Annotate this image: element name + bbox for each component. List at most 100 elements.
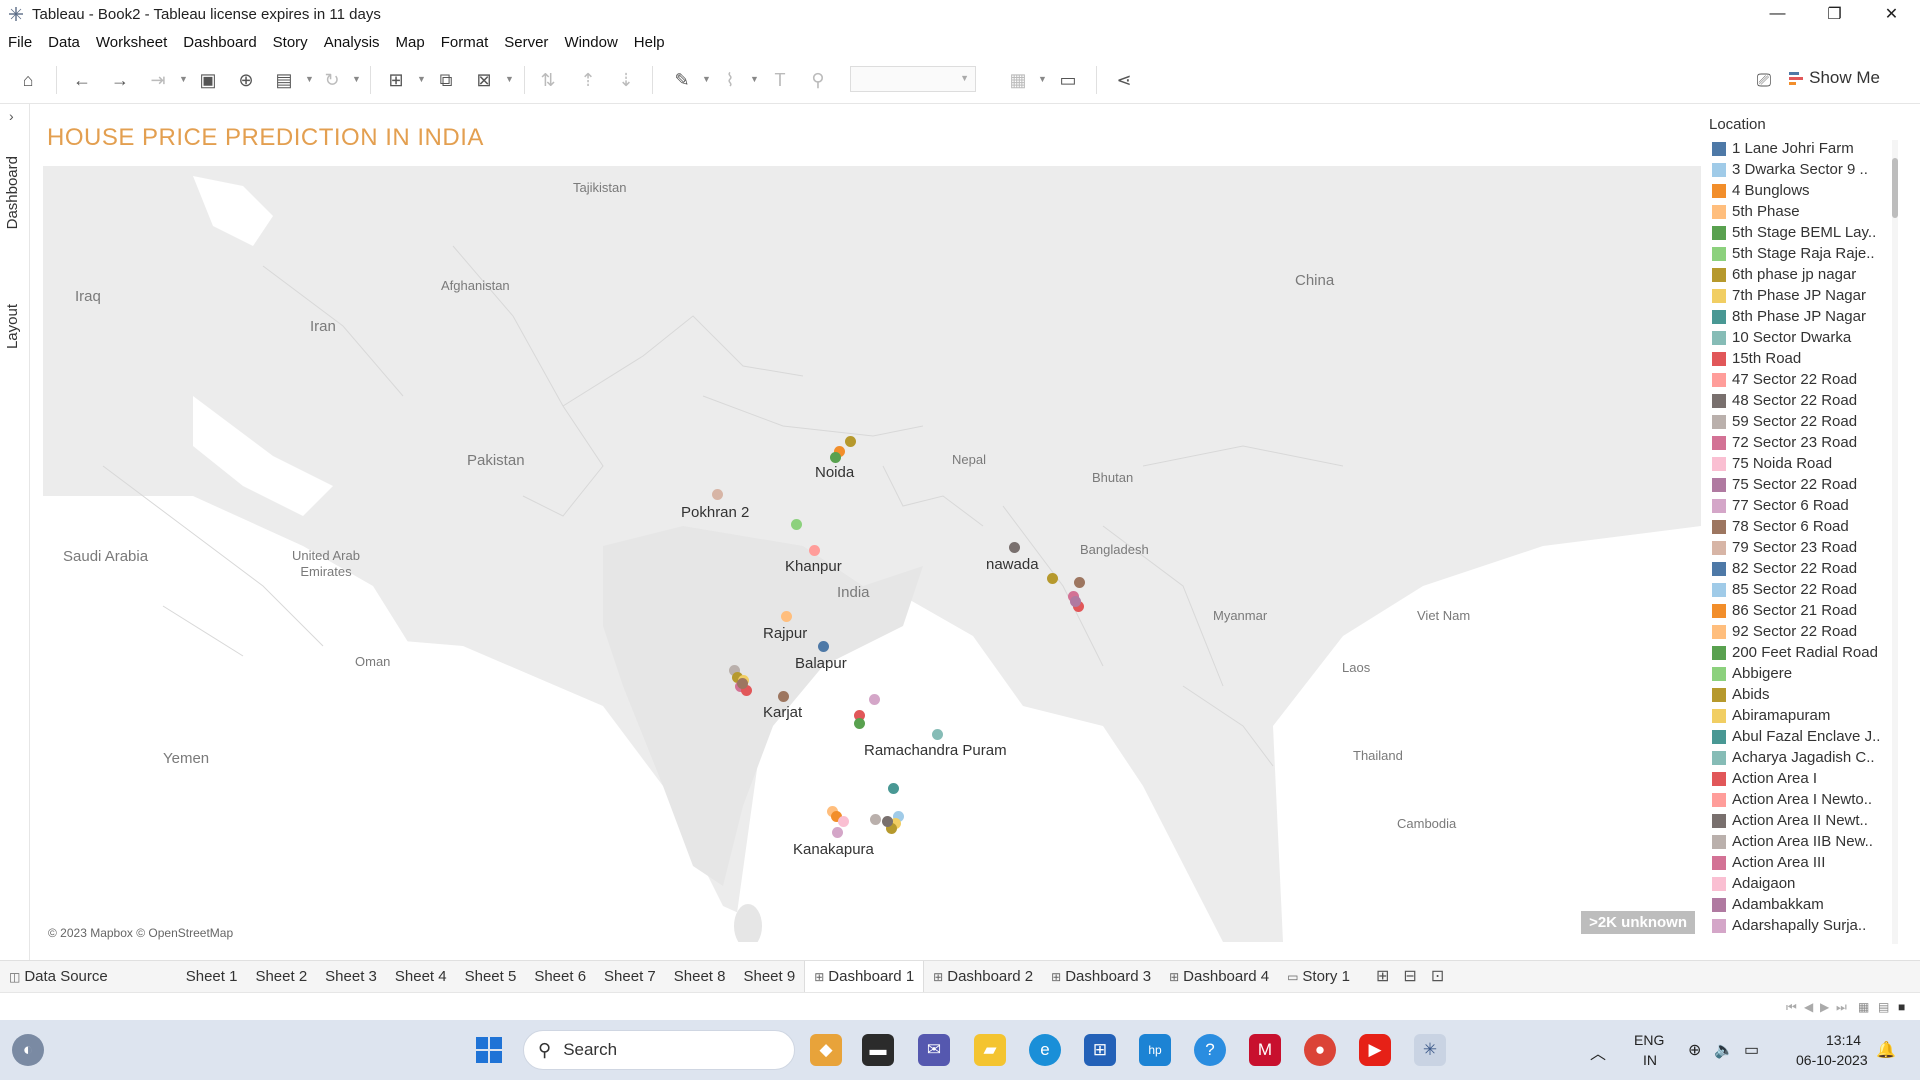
legend-item[interactable]: 3 Dwarka Sector 9 .. <box>1704 159 1894 180</box>
legend-item[interactable]: 85 Sector 22 Road <box>1704 579 1894 600</box>
legend-item[interactable]: 75 Noida Road <box>1704 453 1894 474</box>
legend-item[interactable]: 6th phase jp nagar <box>1704 264 1894 285</box>
first-sheet-icon[interactable]: ⏮ <box>1786 1000 1797 1015</box>
language-label[interactable]: ENG <box>1634 1032 1664 1048</box>
map-point[interactable] <box>1047 573 1058 584</box>
menu-file[interactable]: File <box>8 34 32 51</box>
share-icon[interactable]: ⋖ <box>1112 68 1136 92</box>
legend-item[interactable]: Adarshapally Surja.. <box>1704 915 1894 936</box>
chrome-icon[interactable]: ● <box>1304 1034 1336 1066</box>
sheet-tab[interactable]: Sheet 8 <box>665 961 735 993</box>
legend-item[interactable]: Action Area II Newt.. <box>1704 810 1894 831</box>
map-point[interactable] <box>781 611 792 622</box>
myhp-icon[interactable]: hp <box>1139 1034 1171 1066</box>
pin-icon[interactable]: ⚲ <box>806 68 830 92</box>
legend-item[interactable]: Abids <box>1704 684 1894 705</box>
legend-item[interactable]: 48 Sector 22 Road <box>1704 390 1894 411</box>
filmstrip-icon[interactable]: ▤ <box>1878 1000 1889 1014</box>
legend-item[interactable]: 92 Sector 22 Road <box>1704 621 1894 642</box>
close-button[interactable]: ✕ <box>1863 0 1920 28</box>
map-point[interactable] <box>869 694 880 705</box>
last-sheet-icon[interactable]: ⏭ <box>1836 1000 1847 1015</box>
tab-dashboard[interactable]: Dashboard <box>4 156 21 229</box>
restore-button[interactable]: ❐ <box>1806 0 1863 28</box>
legend-item[interactable]: 15th Road <box>1704 348 1894 369</box>
clock-date[interactable]: 06-10-2023 <box>1796 1052 1868 1068</box>
chevron-down-icon[interactable]: ▼ <box>1038 74 1047 84</box>
chevron-down-icon[interactable]: ▼ <box>702 74 711 84</box>
new-worksheet-icon[interactable]: ⊞ <box>384 68 408 92</box>
legend-item[interactable]: 82 Sector 22 Road <box>1704 558 1894 579</box>
new-story-icon[interactable]: ⊡ <box>1431 966 1444 986</box>
refresh-icon[interactable]: ↻ <box>320 68 344 92</box>
fit-dropdown[interactable]: ▼ <box>850 66 976 92</box>
sheet-tab[interactable]: Sheet 1 <box>177 961 247 993</box>
clear-icon[interactable]: ⊠ <box>472 68 496 92</box>
sheet-tab[interactable]: ◫ Data Source <box>0 961 117 993</box>
ms-store-icon[interactable]: ⊞ <box>1084 1034 1116 1066</box>
new-dashboard-icon[interactable]: ⊟ <box>1403 966 1416 986</box>
legend-item[interactable]: Adambakkam <box>1704 894 1894 915</box>
menu-analysis[interactable]: Analysis <box>324 34 380 51</box>
menu-story[interactable]: Story <box>273 34 308 51</box>
legend-item[interactable]: 5th Stage Raja Raje.. <box>1704 243 1894 264</box>
sheet-tab[interactable]: ⊞ Dashboard 4 <box>1160 961 1278 993</box>
file-explorer-icon[interactable]: ▰ <box>974 1034 1006 1066</box>
new-worksheet-icon[interactable]: ⊞ <box>1376 966 1389 986</box>
legend-item[interactable]: 79 Sector 23 Road <box>1704 537 1894 558</box>
legend-item[interactable]: 47 Sector 22 Road <box>1704 369 1894 390</box>
tabs-view-icon[interactable]: ■ <box>1898 1000 1905 1014</box>
map-point[interactable] <box>818 641 829 652</box>
legend-item[interactable]: Abbigere <box>1704 663 1894 684</box>
map-point[interactable] <box>1070 596 1081 607</box>
swap-icon[interactable]: ⇅ <box>536 68 560 92</box>
legend-item[interactable]: 5th Stage BEML Lay.. <box>1704 222 1894 243</box>
legend-item[interactable]: Action Area III <box>1704 852 1894 873</box>
legend-item[interactable]: Adaigaon <box>1704 873 1894 894</box>
chevron-down-icon[interactable]: ▼ <box>505 74 514 84</box>
legend-item[interactable]: 78 Sector 6 Road <box>1704 516 1894 537</box>
network-icon[interactable]: ⊕ <box>1688 1040 1701 1060</box>
chevron-down-icon[interactable]: ▼ <box>179 74 188 84</box>
show-me-button[interactable]: Show Me <box>1789 68 1880 88</box>
edge-icon[interactable]: e <box>1029 1034 1061 1066</box>
home-icon[interactable]: ⌂ <box>16 68 40 92</box>
menu-format[interactable]: Format <box>441 34 489 51</box>
pause-updates-icon[interactable]: ▤ <box>272 68 296 92</box>
prev-sheet-icon[interactable]: ◀ <box>1804 1000 1813 1014</box>
legend-item[interactable]: 5th Phase <box>1704 201 1894 222</box>
menu-map[interactable]: Map <box>396 34 425 51</box>
unknown-badge[interactable]: >2K unknown <box>1581 911 1695 934</box>
sheet-tab[interactable]: Sheet 5 <box>456 961 526 993</box>
undo-icon[interactable]: ← <box>70 68 94 92</box>
tips-icon[interactable]: ? <box>1194 1034 1226 1066</box>
clock-time[interactable]: 13:14 <box>1826 1032 1861 1048</box>
chevron-down-icon[interactable]: ▼ <box>305 74 314 84</box>
tab-layout[interactable]: Layout <box>4 304 21 349</box>
sheet-tab[interactable]: Sheet 2 <box>246 961 316 993</box>
volume-icon[interactable]: 🔈 <box>1714 1040 1734 1060</box>
legend-scrollbar[interactable] <box>1892 140 1898 944</box>
notification-bell-icon[interactable]: 🔔 <box>1876 1040 1896 1060</box>
legend-item[interactable]: 10 Sector Dwarka <box>1704 327 1894 348</box>
sheet-tab[interactable]: Sheet 9 <box>734 961 804 993</box>
menu-window[interactable]: Window <box>564 34 617 51</box>
map-view[interactable]: Tajikistan Afghanistan Iraq Iran Pakista… <box>43 166 1701 942</box>
replay-icon[interactable]: ⇥ <box>146 68 170 92</box>
map-point[interactable] <box>832 827 843 838</box>
map-point[interactable] <box>932 729 943 740</box>
legend-item[interactable]: 8th Phase JP Nagar <box>1704 306 1894 327</box>
minimize-button[interactable]: — <box>1749 0 1806 28</box>
map-point[interactable] <box>778 691 789 702</box>
legend-item[interactable]: 1 Lane Johri Farm <box>1704 138 1894 159</box>
menu-dashboard[interactable]: Dashboard <box>183 34 256 51</box>
store-icon[interactable]: ◆ <box>810 1034 842 1066</box>
menu-worksheet[interactable]: Worksheet <box>96 34 167 51</box>
sheet-tab[interactable]: ⊞ Dashboard 1 <box>804 960 925 993</box>
sheet-sorter-icon[interactable]: ▦ <box>1858 1000 1869 1014</box>
map-point[interactable] <box>838 816 849 827</box>
chevron-down-icon[interactable]: ▼ <box>352 74 361 84</box>
legend-item[interactable]: 86 Sector 21 Road <box>1704 600 1894 621</box>
duplicate-icon[interactable]: ⧉ <box>434 68 458 92</box>
next-sheet-icon[interactable]: ▶ <box>1820 1000 1829 1014</box>
